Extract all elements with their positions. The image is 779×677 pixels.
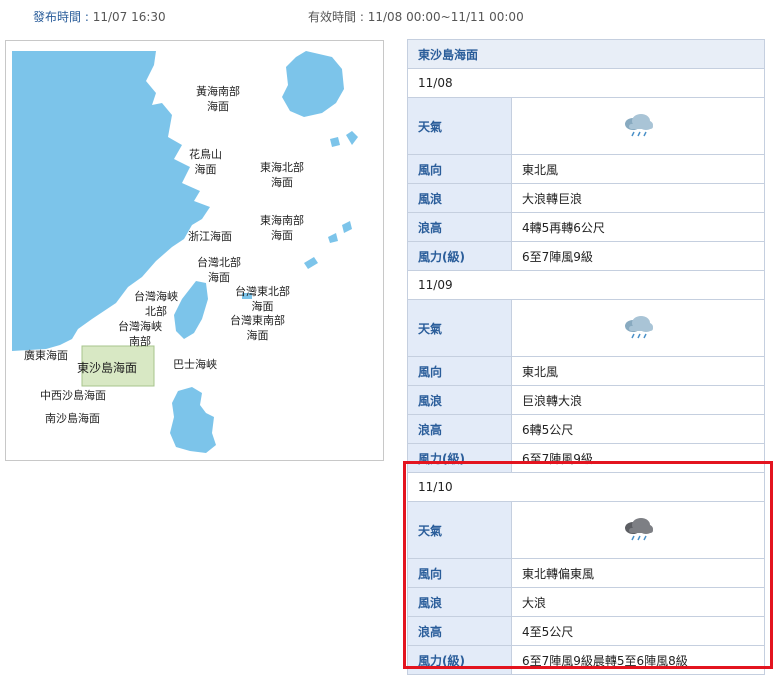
- rain-cloud-icon: [511, 299, 765, 357]
- field-label: 風力(級): [407, 645, 512, 675]
- forecast-date: 11/10: [407, 472, 765, 502]
- forecast-table: 東沙島海面 11/08 天氣 風向 東北風 風浪 大浪轉巨浪 浪高 4轉5再轉6公尺 風力(級)…: [407, 39, 765, 675]
- field-label: 風向: [407, 558, 512, 588]
- island-shape: [346, 131, 358, 145]
- label-zhongxisha: 中西沙島海面: [40, 389, 106, 402]
- label-strait-north: 台灣海峽 北部: [134, 290, 178, 318]
- field-value: 大浪轉巨浪: [511, 183, 765, 213]
- field-value: 東北轉偏東風: [511, 558, 765, 588]
- label-huaniaoshan: 花鳥山 海面: [189, 148, 222, 176]
- island-shape: [342, 221, 352, 233]
- island-shape: [328, 233, 338, 243]
- label-taiwan-northeast: 台灣東北部 海面: [235, 285, 290, 313]
- rain-cloud-icon: [511, 97, 765, 155]
- forecast-date: 11/09: [407, 270, 765, 300]
- publish-time-value: 11/07 16:30: [92, 10, 166, 24]
- publish-time-label: 發布時間 :: [33, 10, 89, 24]
- field-label: 風浪: [407, 385, 512, 415]
- valid-time-value: 11/08 00:00~11/11 00:00: [367, 10, 524, 24]
- dark-rain-cloud-icon: [511, 501, 765, 559]
- sea-area-map[interactable]: 黃海南部 海面 花鳥山 海面 東海北部 海面 東海南部 海面 浙江海面 台灣北部 海面 台…: [5, 40, 384, 461]
- field-value: 東北風: [511, 356, 765, 386]
- label-taiwan-southeast: 台灣東南部 海面: [230, 314, 285, 342]
- label-donghai-north: 東海北部 海面: [260, 161, 304, 189]
- field-label: 浪高: [407, 414, 512, 444]
- field-label: 浪高: [407, 212, 512, 242]
- field-label: 風向: [407, 356, 512, 386]
- label-nansha: 南沙島海面: [45, 412, 100, 425]
- weather-label: 天氣: [407, 299, 512, 357]
- label-zhejiang: 浙江海面: [188, 230, 232, 243]
- label-guangdong: 廣東海面: [24, 349, 68, 362]
- luzon-shape: [170, 387, 216, 453]
- island-shape: [330, 137, 340, 147]
- field-value: 4至5公尺: [511, 616, 765, 646]
- field-label: 風力(級): [407, 443, 512, 473]
- field-value: 6至7陣風9級: [511, 443, 765, 473]
- valid-time: 有效時間 : 11/08 00:00~11/11 00:00: [308, 8, 524, 25]
- field-value: 6轉5公尺: [511, 414, 765, 444]
- label-dongsha: 東沙島海面: [77, 361, 138, 375]
- publish-time: 發布時間 : 11/07 16:30: [33, 8, 166, 25]
- field-value: 大浪: [511, 587, 765, 617]
- field-label: 風向: [407, 154, 512, 184]
- label-strait-south: 台灣海峽 南部: [118, 320, 162, 348]
- island-shape: [304, 257, 318, 269]
- area-title: 東沙島海面: [407, 39, 765, 69]
- field-value: 6至7陣風9級: [511, 241, 765, 271]
- taiwan-shape: [174, 281, 208, 339]
- field-value: 巨浪轉大浪: [511, 385, 765, 415]
- field-value: 4轉5再轉6公尺: [511, 212, 765, 242]
- label-taiwan-north: 台灣北部 海面: [197, 256, 241, 284]
- field-label: 風力(級): [407, 241, 512, 271]
- field-label: 風浪: [407, 183, 512, 213]
- forecast-date: 11/08: [407, 68, 765, 98]
- label-bashi: 巴士海峽: [173, 358, 217, 371]
- korea-shape: [282, 51, 344, 117]
- field-value: 6至7陣風9級晨轉5至6陣風8級: [511, 645, 765, 675]
- field-value: 東北風: [511, 154, 765, 184]
- field-label: 浪高: [407, 616, 512, 646]
- label-huanghai-south: 黃海南部 海面: [196, 85, 240, 113]
- label-donghai-south: 東海南部 海面: [260, 214, 304, 242]
- weather-label: 天氣: [407, 97, 512, 155]
- weather-label: 天氣: [407, 501, 512, 559]
- field-label: 風浪: [407, 587, 512, 617]
- valid-time-label: 有效時間 :: [308, 10, 364, 24]
